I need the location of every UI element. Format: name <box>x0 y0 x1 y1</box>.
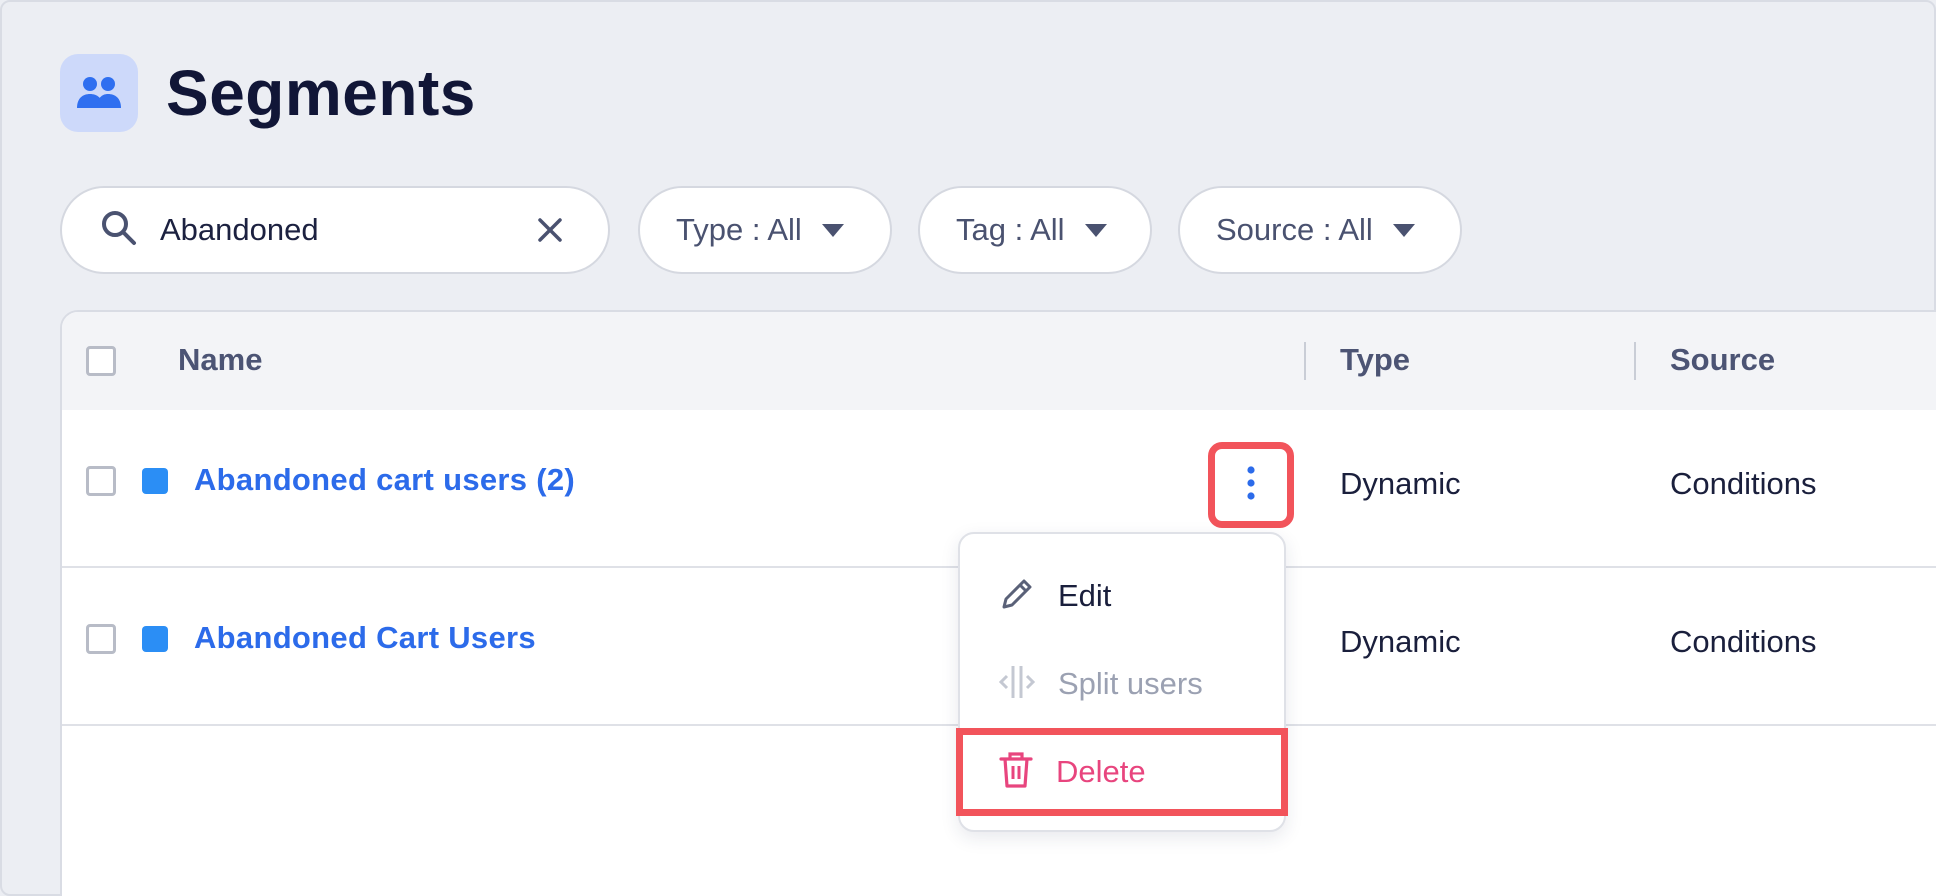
pencil-icon <box>998 575 1036 618</box>
column-header-source[interactable]: Source <box>1670 342 1775 378</box>
row-checkbox[interactable] <box>86 624 116 654</box>
source-filter-label: Source : All <box>1216 212 1373 247</box>
caret-down-icon <box>821 223 844 237</box>
column-divider[interactable] <box>1304 342 1306 380</box>
column-header-type[interactable]: Type <box>1340 342 1410 378</box>
menu-item-edit[interactable]: Edit <box>960 556 1284 636</box>
trash-icon <box>998 750 1034 795</box>
tag-filter-label: Tag : All <box>956 212 1065 247</box>
segment-name-link[interactable]: Abandoned Cart Users <box>194 620 536 656</box>
search-box[interactable]: Abandoned <box>60 186 610 274</box>
type-filter-label: Type : All <box>676 212 802 247</box>
users-group-icon <box>60 54 138 132</box>
page-header: Segments <box>60 54 476 132</box>
segment-type: Dynamic <box>1340 466 1461 501</box>
segment-color-tag <box>142 468 168 494</box>
tag-filter-dropdown[interactable]: Tag : All <box>918 186 1152 274</box>
segment-source: Conditions <box>1670 466 1817 501</box>
menu-item-delete[interactable]: Delete <box>956 728 1288 816</box>
table-header: Name Type Source <box>62 312 1936 410</box>
caret-down-icon <box>1084 223 1107 237</box>
menu-item-label: Edit <box>1058 578 1112 613</box>
row-actions-menu: Edit Split users Delete <box>956 532 1288 832</box>
search-input[interactable]: Abandoned <box>160 212 530 248</box>
select-all-checkbox[interactable] <box>86 346 116 376</box>
menu-item-label: Delete <box>1056 754 1146 789</box>
more-vertical-icon <box>1246 465 1256 506</box>
type-filter-dropdown[interactable]: Type : All <box>638 186 892 274</box>
segment-color-tag <box>142 626 168 652</box>
row-checkbox[interactable] <box>86 466 116 496</box>
source-filter-dropdown[interactable]: Source : All <box>1178 186 1462 274</box>
column-divider[interactable] <box>1634 342 1636 380</box>
more-actions-button[interactable] <box>1208 442 1294 528</box>
page-title: Segments <box>166 57 476 129</box>
menu-item-label: Split users <box>1058 666 1203 701</box>
close-icon[interactable] <box>530 210 570 250</box>
segment-name-link[interactable]: Abandoned cart users (2) <box>194 462 575 498</box>
split-icon <box>998 663 1036 706</box>
column-header-name[interactable]: Name <box>178 342 262 378</box>
menu-item-split-users: Split users <box>960 644 1284 724</box>
search-icon <box>100 209 138 252</box>
segment-type: Dynamic <box>1340 624 1461 659</box>
segment-source: Conditions <box>1670 624 1817 659</box>
caret-down-icon <box>1392 223 1415 237</box>
